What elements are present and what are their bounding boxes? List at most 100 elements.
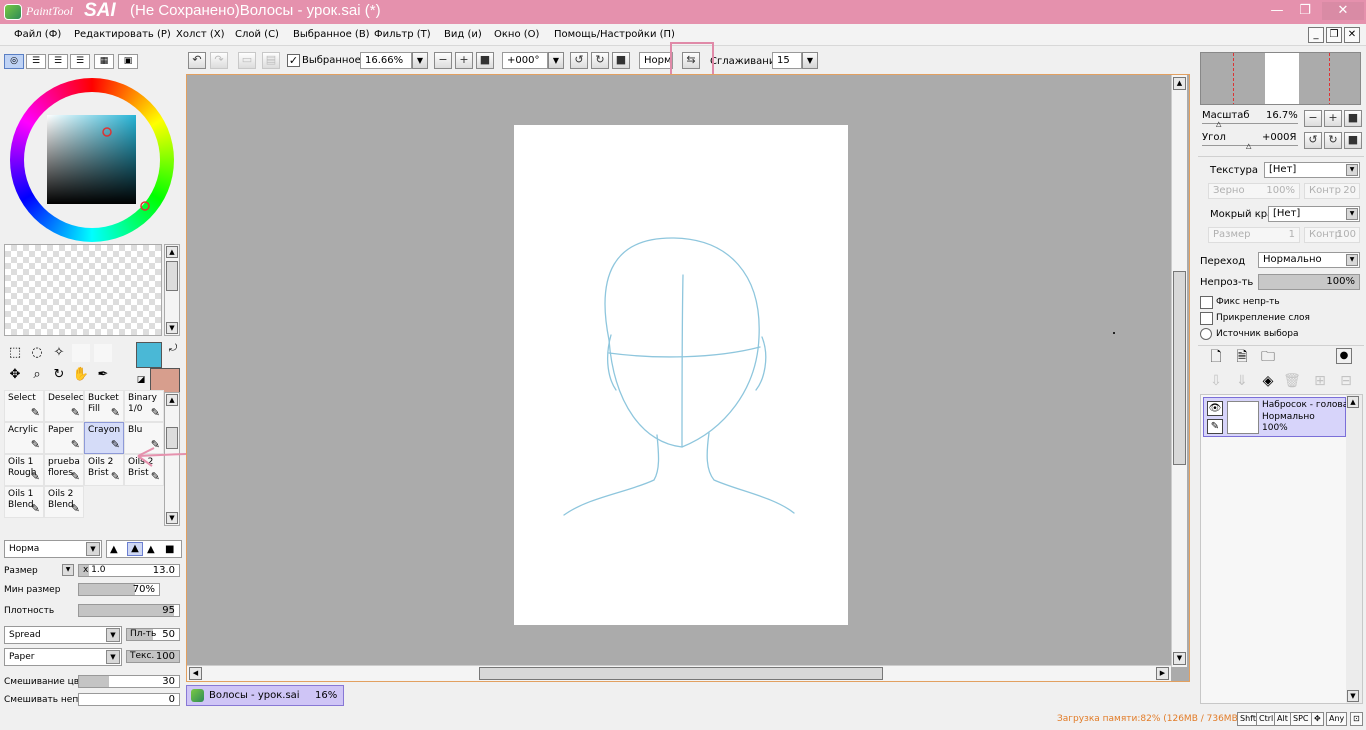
scroll-up-icon[interactable]: ▲ [166,394,178,406]
selection-source-radio[interactable] [1200,328,1212,340]
menu-canvas[interactable]: Холст (Х) [176,29,225,40]
new-folder-icon[interactable]: 🗀 [1258,348,1278,366]
zoom-in-icon[interactable]: + [455,52,473,69]
scroll-down-icon[interactable]: ▼ [166,512,178,524]
rotation-dropdown-icon[interactable]: ▼ [548,52,564,69]
undo-icon[interactable]: ↶ [188,52,206,69]
eyedropper-icon[interactable]: ✒ [94,366,112,384]
menu-layer[interactable]: Слой (С) [235,29,279,40]
menu-file[interactable]: Файл (Ф) [14,29,61,40]
nav-rotate-left-icon[interactable]: ↺ [1304,132,1322,149]
shape-select[interactable]: Spread ▼ [4,626,122,644]
scroll-left-icon[interactable]: ◀ [189,667,202,680]
scratchpad[interactable] [4,244,162,336]
scroll-thumb[interactable] [479,667,883,680]
merge-selected-icon[interactable]: ⊞ [1310,372,1330,390]
zoom-field[interactable]: 16.66% [360,52,412,69]
scroll-thumb[interactable] [166,261,178,291]
density-slider[interactable]: 95 [78,604,180,617]
edge-round-icon[interactable]: ▲ [147,544,155,555]
menu-view[interactable]: Вид (и) [444,29,482,40]
blend-color-slider[interactable]: 30 [78,675,180,688]
mdi-close-icon[interactable]: ✕ [1344,27,1360,43]
brush-2[interactable]: Bucket Fill ✎ [84,390,124,422]
texture-select[interactable]: Paper ▼ [4,648,122,666]
merge-down-icon[interactable]: ⇓ [1232,372,1252,390]
zoom-reset-icon[interactable]: ■ [476,52,494,69]
scroll-thumb[interactable] [1173,271,1186,465]
clip-layer-checkbox[interactable] [1200,312,1213,325]
zoom-dropdown-icon[interactable]: ▼ [412,52,428,69]
pencil-icon[interactable]: ✎ [1207,419,1223,434]
magic-wand-icon[interactable]: ✧ [50,344,68,362]
rotate-reset-icon[interactable]: ■ [612,52,630,69]
swatches-mode-icon[interactable]: ▦ [94,54,114,69]
wet-edge-select[interactable]: [Нет] ▼ [1268,206,1360,222]
minimize-button[interactable]: — [1264,2,1290,20]
menu-window[interactable]: Окно (О) [494,29,539,40]
zoom-out-icon[interactable]: − [434,52,452,69]
nav-zoom-out-icon[interactable]: − [1304,110,1322,127]
rect-select-icon[interactable]: ⬚ [6,344,24,362]
brush-1[interactable]: Deselect ✎ [44,390,84,422]
blend-mode-field[interactable]: Норм [639,52,673,69]
transition-select[interactable]: Нормально ▼ [1258,252,1360,268]
layer-texture-select[interactable]: [Нет] ▼ [1264,162,1360,178]
blend-opacity-slider[interactable]: 0 [78,693,180,706]
brush-4[interactable]: Acrylic ✎ [4,422,44,454]
transparent-color-icon[interactable]: ◪ [132,371,150,389]
menu-help[interactable]: Помощь/Настройки (П) [554,29,675,40]
mdi-minimize-icon[interactable]: _ [1308,27,1324,43]
brush-5[interactable]: Paper ✎ [44,422,84,454]
nav-zoom-in-icon[interactable]: + [1324,110,1342,127]
nav-angle-thumb-icon[interactable]: △ [1246,142,1251,150]
nav-zoom-thumb-icon[interactable]: △ [1216,120,1221,128]
eye-icon[interactable]: 👁 [1207,401,1223,416]
file-tab[interactable]: Волосы - урок.sai 16% [186,685,344,706]
hsv-slider-mode-icon[interactable]: ☰ [48,54,68,69]
status-extra-icon[interactable]: ⊡ [1350,712,1363,726]
restore-button[interactable]: ❐ [1292,2,1318,20]
canvas-horizontal-scrollbar[interactable]: ◀ ▶ [187,665,1171,681]
color-bar-mode-icon[interactable]: ☰ [70,54,90,69]
redo-icon[interactable]: ↷ [210,52,228,69]
fix-opacity-checkbox[interactable] [1200,296,1213,309]
smoothing-field[interactable]: 15 [772,52,802,69]
size-range-dropdown-icon[interactable]: ▼ [62,564,74,576]
color-wheel[interactable] [8,78,178,244]
brush-0[interactable]: Select ✎ [4,390,44,422]
scroll-down-icon[interactable]: ▼ [166,322,178,334]
invert-selection-icon[interactable]: ▤ [262,52,280,69]
brush-8[interactable]: Oils 1 Rough ✎ [4,454,44,486]
mdi-restore-icon[interactable]: ❐ [1326,27,1342,43]
edge-soft-icon[interactable]: ▲ [127,542,143,556]
new-linework-layer-icon[interactable]: 🗎 [1232,348,1252,366]
scroll-down-icon[interactable]: ▼ [1347,690,1359,702]
layer-list-scrollbar[interactable]: ▲ ▼ [1346,395,1362,703]
selected-checkbox[interactable]: ✓ [287,54,300,67]
smoothing-dropdown-icon[interactable]: ▼ [802,52,818,69]
transfer-down-icon[interactable]: ⇩ [1206,372,1226,390]
lasso-icon[interactable]: ◌ [28,344,46,362]
new-layer-icon[interactable]: 🗋 [1206,348,1226,366]
rotate-left-icon[interactable]: ↺ [570,52,588,69]
rotate-icon[interactable]: ↻ [50,366,68,384]
merge-all-icon[interactable]: ⊟ [1336,372,1356,390]
close-button[interactable]: ✕ [1322,2,1364,20]
edge-flat-icon[interactable]: ■ [165,544,174,555]
key-any[interactable]: Any [1326,712,1348,726]
scroll-down-icon[interactable]: ▼ [1173,652,1186,665]
canvas-paper[interactable] [514,125,848,625]
move-icon[interactable]: ✥ [6,366,24,384]
canvas-vertical-scrollbar[interactable]: ▲ ▼ [1171,75,1187,667]
texture-strength-slider[interactable]: Текс. 100 [126,650,180,663]
deselect-icon[interactable]: ▭ [238,52,256,69]
key-space[interactable]: SPC [1290,712,1312,726]
zoom-icon[interactable]: ⌕ [28,366,46,384]
nav-zoom-reset-icon[interactable]: ■ [1344,110,1362,127]
rgb-slider-mode-icon[interactable]: ☰ [26,54,46,69]
navigator-preview[interactable] [1200,52,1361,105]
scroll-up-icon[interactable]: ▲ [1347,396,1359,408]
shape-strength-slider[interactable]: Пл-ть 50 [126,628,180,641]
size-slider[interactable]: x 1.0 13.0 [78,564,180,577]
